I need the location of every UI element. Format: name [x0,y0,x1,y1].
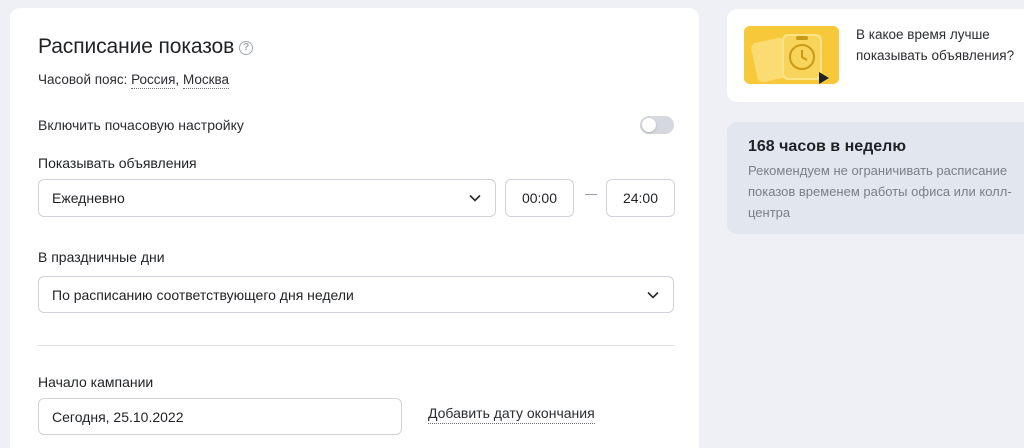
hours-info-card: 168 часов в неделю Рекомендуем не ограни… [727,122,1024,234]
help-icon[interactable]: ? [239,41,254,55]
promo-video-thumbnail[interactable] [744,26,839,84]
timezone-country-link[interactable]: Россия [131,72,176,89]
timezone-separator: , [175,72,180,87]
info-title: 168 часов в неделю [748,138,907,155]
info-text: Рекомендуем не ограничивать расписание п… [748,163,1012,220]
chevron-down-icon [647,291,659,299]
show-ads-value: Ежедневно [52,190,125,206]
holidays-select[interactable]: По расписанию соответствующего дня недел… [38,276,674,313]
hourly-setting-label: Включить почасовую настройку [38,117,244,133]
promo-card[interactable]: В какое время лучше показывать объявлени… [727,9,1024,102]
show-ads-label: Показывать объявления [38,155,197,171]
divider [38,345,674,346]
timezone-city-link[interactable]: Москва [182,72,230,89]
time-from-input[interactable]: 00:00 [505,179,574,217]
hourly-setting-row: Включить почасовую настройку [38,116,674,134]
time-range-dash [585,194,597,195]
chevron-down-icon [469,194,481,202]
timezone-label: Часовой пояс: [38,72,128,87]
add-end-date-link[interactable]: Добавить дату окончания [428,405,595,424]
campaign-start-value: Сегодня, 25.10.2022 [52,408,184,425]
campaign-start-label: Начало кампании [38,374,154,390]
holidays-value: По расписанию соответствующего дня недел… [52,286,354,303]
toggle-knob [642,118,656,132]
promo-text: В какое время лучше показывать объявлени… [856,27,1015,63]
campaign-start-date-input[interactable]: Сегодня, 25.10.2022 [38,398,402,435]
timezone: Часовой пояс: Россия, Москва [38,72,230,89]
holidays-label: В праздничные дни [38,249,165,265]
show-ads-select[interactable]: Ежедневно [38,179,496,217]
hourly-setting-toggle[interactable] [640,116,674,134]
title-row: Расписание показов ? [38,35,254,59]
play-icon [819,72,829,84]
time-to-input[interactable]: 24:00 [606,179,675,217]
page-title: Расписание показов [38,35,235,58]
schedule-card: Расписание показов ? Часовой пояс: Росси… [10,8,699,448]
